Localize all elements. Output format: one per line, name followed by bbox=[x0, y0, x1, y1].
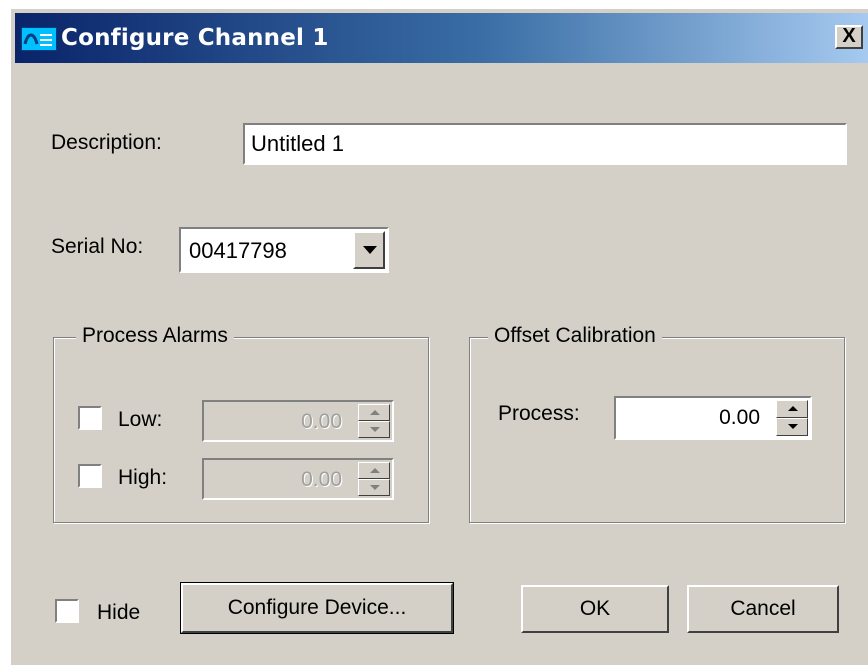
spin-up-icon bbox=[788, 406, 798, 411]
low-alarm-spin-down[interactable] bbox=[358, 421, 390, 438]
low-alarm-spinner[interactable]: 0.00 bbox=[202, 400, 394, 442]
high-alarm-value: 0.00 bbox=[301, 468, 342, 491]
process-offset-spin-buttons bbox=[776, 400, 808, 436]
high-alarm-spin-down[interactable] bbox=[358, 479, 390, 496]
spin-down-icon bbox=[370, 485, 380, 490]
dialog-title: Configure Channel 1 bbox=[61, 25, 329, 51]
spin-up-icon bbox=[370, 410, 380, 415]
serial-label: Serial No: bbox=[51, 235, 144, 258]
description-label: Description: bbox=[51, 131, 162, 154]
high-alarm-checkbox[interactable] bbox=[78, 464, 102, 488]
description-value: Untitled 1 bbox=[251, 131, 344, 156]
process-offset-value: 0.00 bbox=[719, 406, 760, 429]
process-offset-label: Process: bbox=[498, 402, 580, 425]
high-alarm-spin-buttons bbox=[358, 462, 390, 496]
low-alarm-spin-up[interactable] bbox=[358, 404, 390, 421]
configure-channel-dialog: Configure Channel 1 X Description: Untit… bbox=[10, 8, 868, 665]
process-offset-spinner[interactable]: 0.00 bbox=[614, 396, 812, 440]
high-alarm-spinner[interactable]: 0.00 bbox=[202, 458, 394, 500]
app-icon bbox=[21, 27, 57, 51]
process-alarms-group: Process Alarms Low: 0.00 High: 0.00 bbox=[53, 324, 429, 523]
process-offset-spin-up[interactable] bbox=[776, 400, 808, 418]
ok-button[interactable]: OK bbox=[521, 585, 669, 633]
title-bar[interactable]: Configure Channel 1 X bbox=[15, 13, 868, 63]
cancel-button[interactable]: Cancel bbox=[687, 585, 839, 633]
serial-value: 00417798 bbox=[189, 238, 287, 263]
high-alarm-spin-up[interactable] bbox=[358, 462, 390, 479]
low-alarm-label: Low: bbox=[118, 408, 163, 431]
close-button[interactable]: X bbox=[835, 25, 863, 49]
serial-select[interactable]: 00417798 bbox=[179, 227, 389, 273]
description-input[interactable]: Untitled 1 bbox=[243, 123, 847, 165]
high-alarm-label: High: bbox=[118, 466, 168, 489]
offset-calibration-group: Offset Calibration Process: 0.00 bbox=[469, 324, 845, 523]
low-alarm-checkbox[interactable] bbox=[78, 406, 102, 430]
low-alarm-spin-buttons bbox=[358, 404, 390, 438]
serial-dropdown-button[interactable] bbox=[353, 231, 385, 269]
low-alarm-value: 0.00 bbox=[301, 410, 342, 433]
configure-device-button[interactable]: Configure Device... bbox=[180, 582, 454, 634]
chevron-down-icon bbox=[363, 246, 377, 254]
offset-calibration-title: Offset Calibration bbox=[488, 324, 662, 348]
spin-up-icon bbox=[370, 468, 380, 473]
close-icon: X bbox=[842, 25, 856, 47]
hide-checkbox[interactable] bbox=[55, 599, 79, 623]
process-alarms-title: Process Alarms bbox=[76, 324, 234, 348]
spin-down-icon bbox=[788, 424, 798, 429]
hide-label: Hide bbox=[97, 601, 141, 624]
spin-down-icon bbox=[370, 427, 380, 432]
process-offset-spin-down[interactable] bbox=[776, 418, 808, 436]
